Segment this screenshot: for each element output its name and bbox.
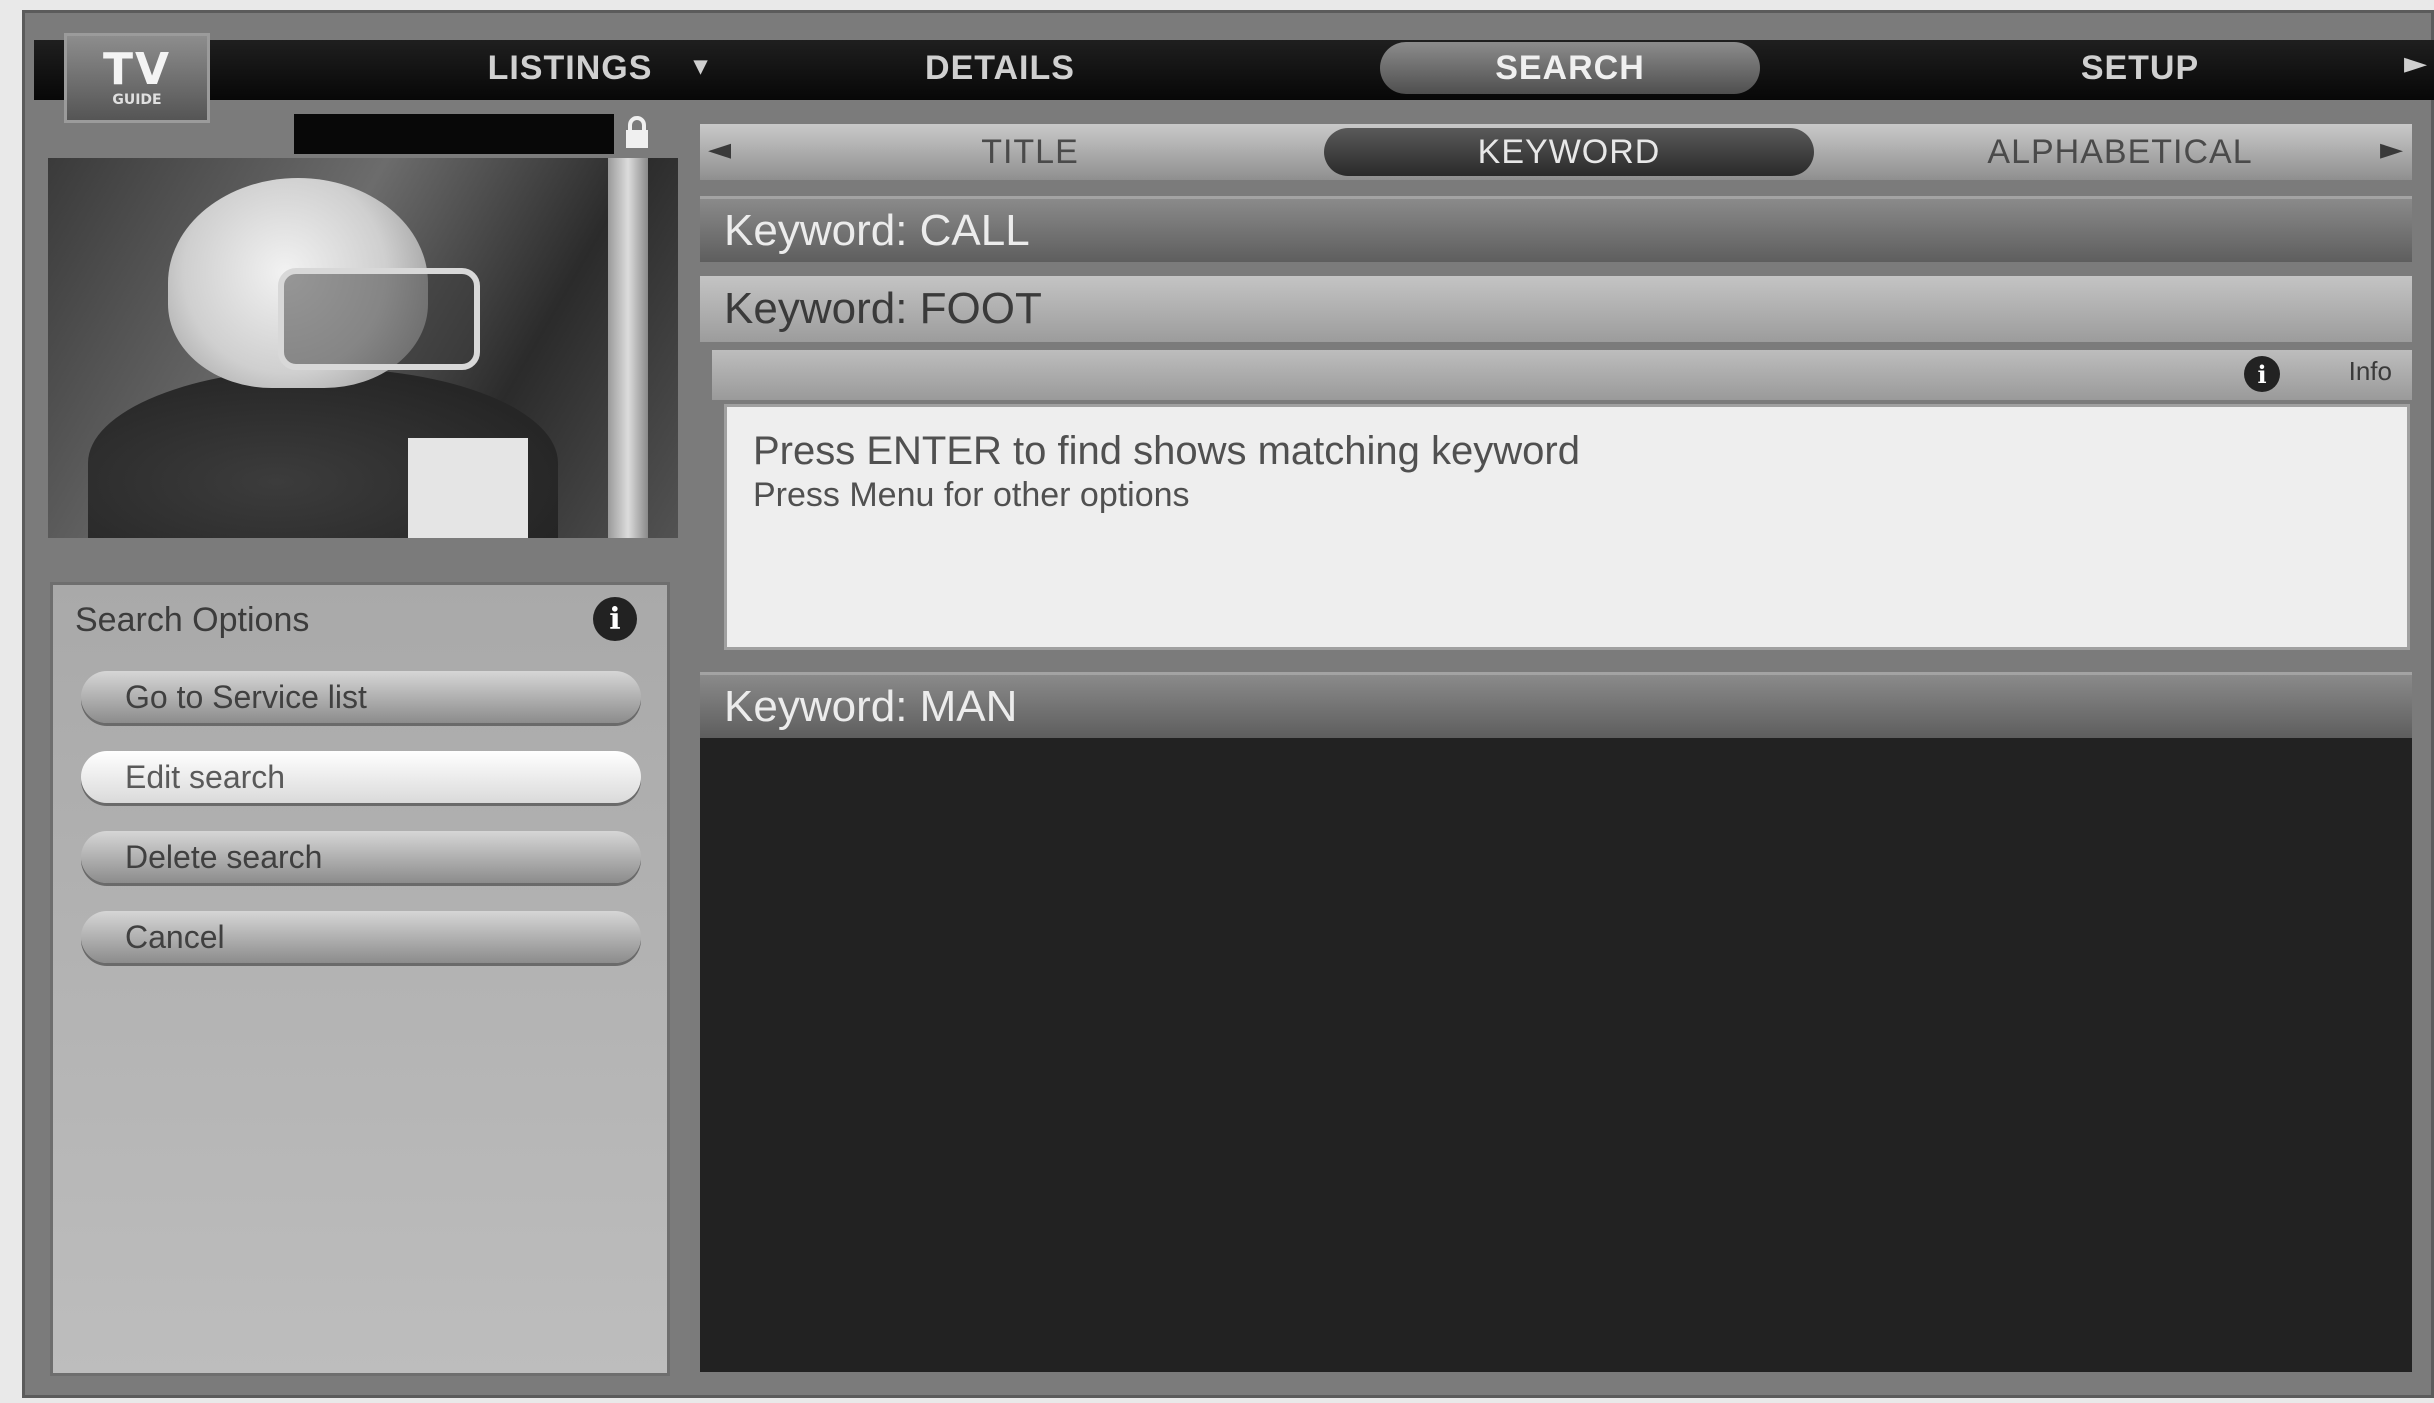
logo-sub-text: GUIDE	[112, 92, 162, 108]
goal-post	[608, 158, 648, 538]
menu-setup-label: SETUP	[2080, 48, 2200, 87]
menu-details-label: DETAILS	[925, 48, 1075, 87]
keyword-label: Keyword: CALL	[724, 205, 1030, 255]
delete-search-label: Delete search	[125, 838, 323, 875]
tv-guide-logo: TV GUIDE	[64, 33, 210, 123]
results-area	[700, 738, 2412, 1372]
keyword-label: Keyword: FOOT	[724, 284, 1042, 333]
search-options-title: Search Options	[75, 601, 310, 639]
menu-search-label: SEARCH	[1495, 48, 1645, 87]
cancel-label: Cancel	[125, 918, 225, 955]
arrow-left-icon[interactable]: ◄	[708, 132, 731, 167]
tab-alphabetical[interactable]: ALPHABETICAL	[1900, 124, 2340, 180]
live-tv-preview	[48, 158, 678, 538]
menu-listings[interactable]: LISTINGS ▾	[460, 42, 707, 94]
arrow-right-icon[interactable]: ►	[2380, 132, 2403, 167]
jersey-patch	[408, 438, 528, 538]
tab-keyword-label: KEYWORD	[1477, 132, 1661, 171]
tab-title-label: TITLE	[981, 132, 1079, 171]
cancel-button[interactable]: Cancel	[81, 911, 641, 963]
menu-scroll-right-icon[interactable]: ►	[2404, 46, 2427, 81]
search-options-panel: Search Options i Go to Service list Edit…	[50, 582, 670, 1376]
info-strip: i Info	[712, 350, 2412, 400]
tab-keyword[interactable]: KEYWORD	[1324, 128, 1814, 176]
edit-search-button[interactable]: Edit search	[81, 751, 641, 803]
menu-details[interactable]: DETAILS	[880, 42, 1120, 94]
helmet-facemask	[278, 268, 480, 370]
keyword-row-foot[interactable]: Keyword: FOOT	[700, 276, 2412, 342]
menu-setup[interactable]: SETUP	[2040, 42, 2240, 94]
search-tabs: ◄ TITLE KEYWORD ALPHABETICAL ►	[700, 124, 2412, 180]
menu-listings-label: LISTINGS	[487, 48, 653, 87]
keyword-row-man[interactable]: Keyword: MAN	[700, 672, 2412, 738]
info-icon: i	[593, 597, 637, 641]
chevron-down-icon: ▾	[693, 50, 708, 80]
info-label: Info	[2348, 356, 2392, 386]
tab-alphabetical-label: ALPHABETICAL	[1987, 132, 2253, 171]
go-to-service-list-button[interactable]: Go to Service list	[81, 671, 641, 723]
go-to-service-list-label: Go to Service list	[125, 678, 367, 715]
lock-icon	[616, 112, 658, 154]
tab-title[interactable]: TITLE	[900, 124, 1160, 180]
menu-search[interactable]: SEARCH	[1380, 42, 1760, 94]
logo-main-text: TV	[102, 44, 172, 95]
help-line-menu: Press Menu for other options	[753, 476, 1190, 514]
keyword-row-call[interactable]: Keyword: CALL	[700, 196, 2412, 262]
info-small-icon: i	[2244, 356, 2280, 392]
help-message-box: Press ENTER to find shows matching keywo…	[724, 404, 2410, 650]
help-line-enter: Press ENTER to find shows matching keywo…	[753, 429, 1580, 473]
keyword-label: Keyword: MAN	[724, 681, 1018, 731]
channel-ticker	[294, 114, 614, 154]
edit-search-label: Edit search	[125, 758, 286, 795]
delete-search-button[interactable]: Delete search	[81, 831, 641, 883]
